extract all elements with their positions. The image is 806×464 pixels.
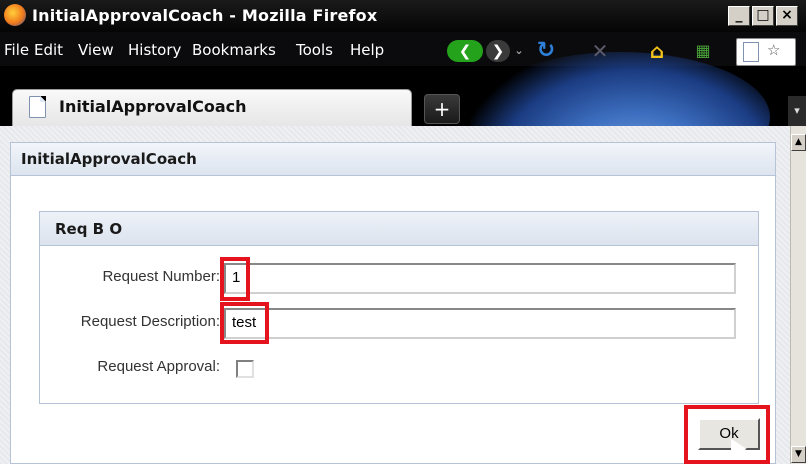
menu-bookmarks[interactable]: Bookmarks	[192, 41, 276, 59]
highlight-ok-button	[684, 405, 770, 464]
firefox-logo-icon	[4, 4, 26, 26]
menu-history[interactable]: History	[128, 41, 181, 59]
maximize-button[interactable]: □	[752, 6, 774, 26]
tab-bar: InitialApprovalCoach	[0, 66, 806, 126]
page-icon	[29, 96, 46, 118]
request-approval-checkbox[interactable]	[236, 360, 254, 378]
highlight-request-description	[220, 302, 269, 344]
request-approval-label: Request Approval:	[97, 358, 220, 375]
section-title: Req B O	[40, 212, 758, 246]
tab-list-dropdown[interactable]: ▾	[788, 96, 806, 126]
window-titlebar: InitialApprovalCoach - Mozilla Firefox _…	[0, 0, 806, 32]
bookmark-icon[interactable]: ▦	[690, 40, 716, 62]
menu-bar: File Edit View History Bookmarks Tools H…	[0, 32, 806, 182]
highlight-request-number	[220, 257, 250, 301]
forward-icon[interactable]: ❯	[486, 40, 510, 62]
menu-tools[interactable]: Tools	[296, 41, 333, 59]
page-icon	[743, 42, 759, 62]
window-title: InitialApprovalCoach - Mozilla Firefox	[32, 6, 378, 25]
close-button[interactable]: ×	[776, 6, 798, 26]
tab-label: InitialApprovalCoach	[59, 97, 247, 116]
scroll-up-arrow-icon[interactable]: ▲	[791, 134, 806, 151]
menu-edit[interactable]: Edit	[34, 41, 63, 59]
history-dropdown-icon[interactable]: ⌄	[512, 40, 526, 62]
coach-title: InitialApprovalCoach	[11, 143, 775, 176]
menu-help[interactable]: Help	[350, 41, 384, 59]
minimize-button[interactable]: _	[728, 6, 750, 26]
url-star-icon[interactable]: ☆	[767, 41, 780, 59]
scroll-down-arrow-icon[interactable]: ▼	[791, 446, 806, 463]
home-icon[interactable]: ⌂	[644, 40, 670, 62]
new-tab-button[interactable]: +	[424, 94, 460, 124]
menu-file[interactable]: File	[4, 41, 29, 59]
request-description-label: Request Description:	[80, 313, 220, 330]
request-number-input[interactable]: 1	[224, 263, 736, 294]
url-bar[interactable]: ☆	[736, 38, 796, 66]
request-number-label: Request Number:	[102, 268, 220, 285]
stop-icon[interactable]: ✕	[588, 40, 612, 62]
back-icon[interactable]: ❮	[447, 40, 483, 62]
menu-view[interactable]: View	[78, 41, 114, 59]
request-description-input[interactable]: test	[224, 308, 736, 339]
coach-panel: InitialApprovalCoach Req B O	[10, 142, 776, 464]
vertical-scrollbar[interactable]: ▲ ▼	[790, 126, 806, 464]
tab-initialapprovalcoach[interactable]: InitialApprovalCoach	[12, 89, 412, 126]
reload-icon[interactable]: ↻	[534, 40, 558, 62]
